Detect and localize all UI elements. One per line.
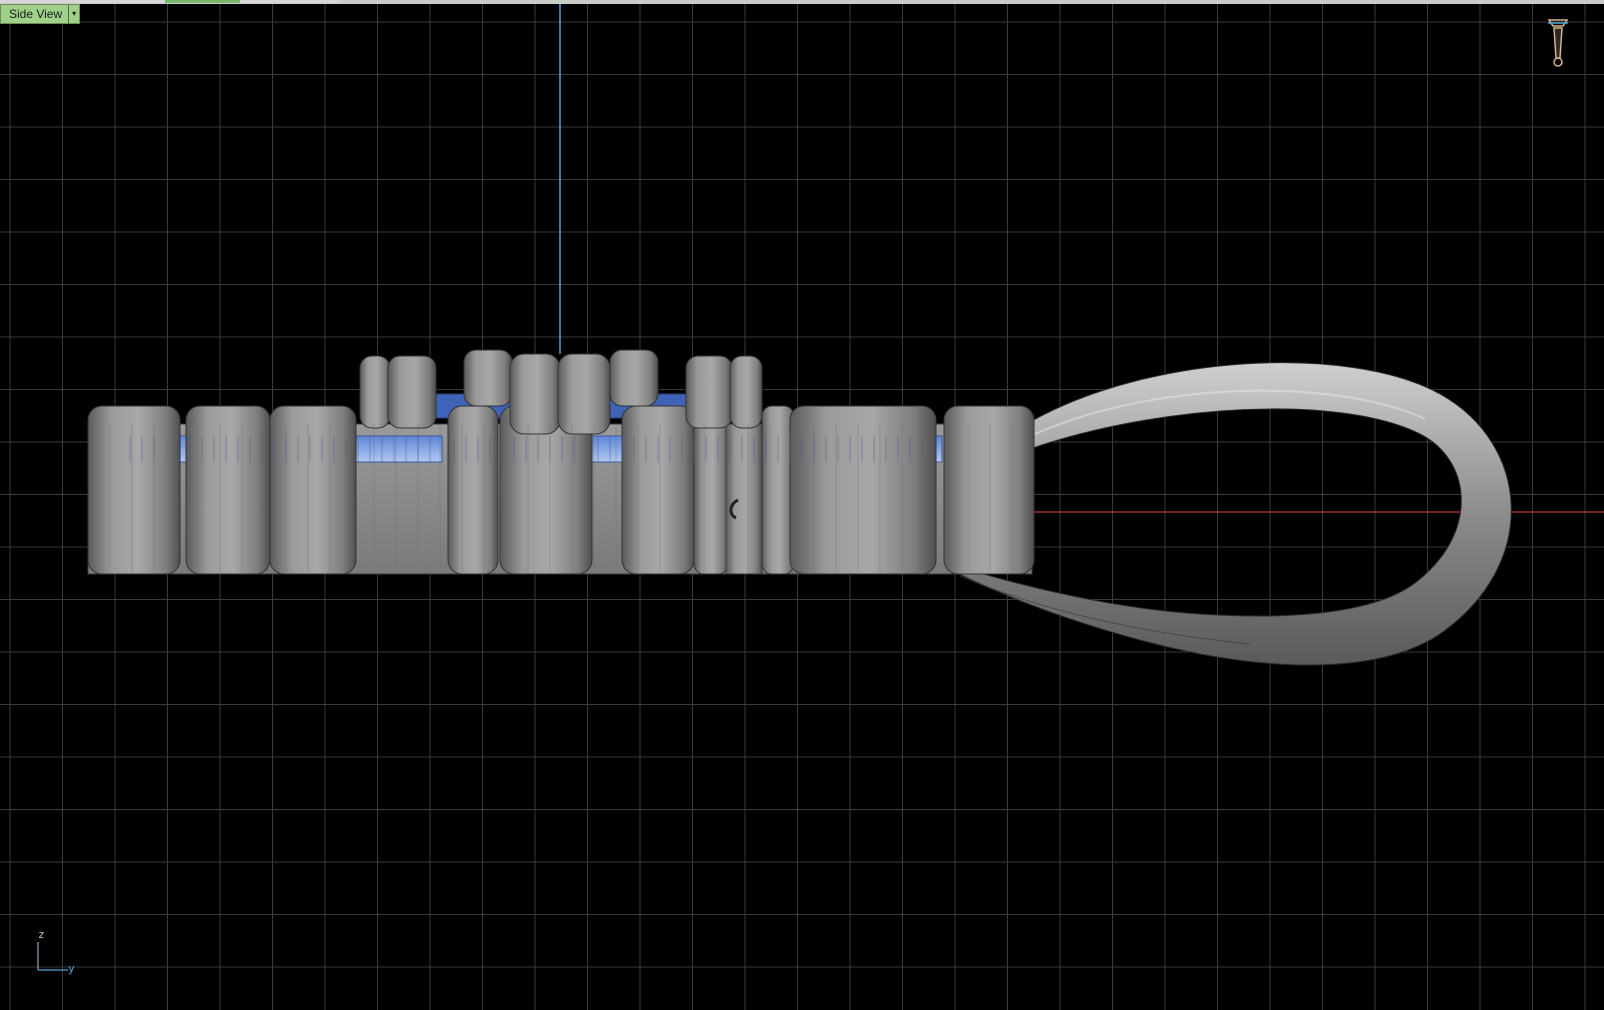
chevron-down-icon: ▾ [72, 9, 77, 18]
axis-triad: z y [28, 928, 88, 976]
view-name-label[interactable]: Side View [1, 5, 68, 23]
camera-icon[interactable] [1545, 18, 1571, 70]
viewport-side[interactable]: z y [0, 4, 1604, 1010]
axis-label-y: y [68, 962, 75, 975]
key-body[interactable] [87, 349, 1035, 575]
axis-triad-lines [37, 942, 68, 971]
scene-canvas[interactable] [0, 4, 1604, 1010]
view-dropdown-button[interactable]: ▾ [68, 5, 80, 23]
axis-label-z: z [38, 928, 45, 941]
top-strip-segment [240, 0, 340, 3]
top-strip-segment [0, 0, 165, 3]
top-strip-segment-active [165, 0, 240, 3]
view-selector[interactable]: Side View ▾ [0, 4, 81, 24]
